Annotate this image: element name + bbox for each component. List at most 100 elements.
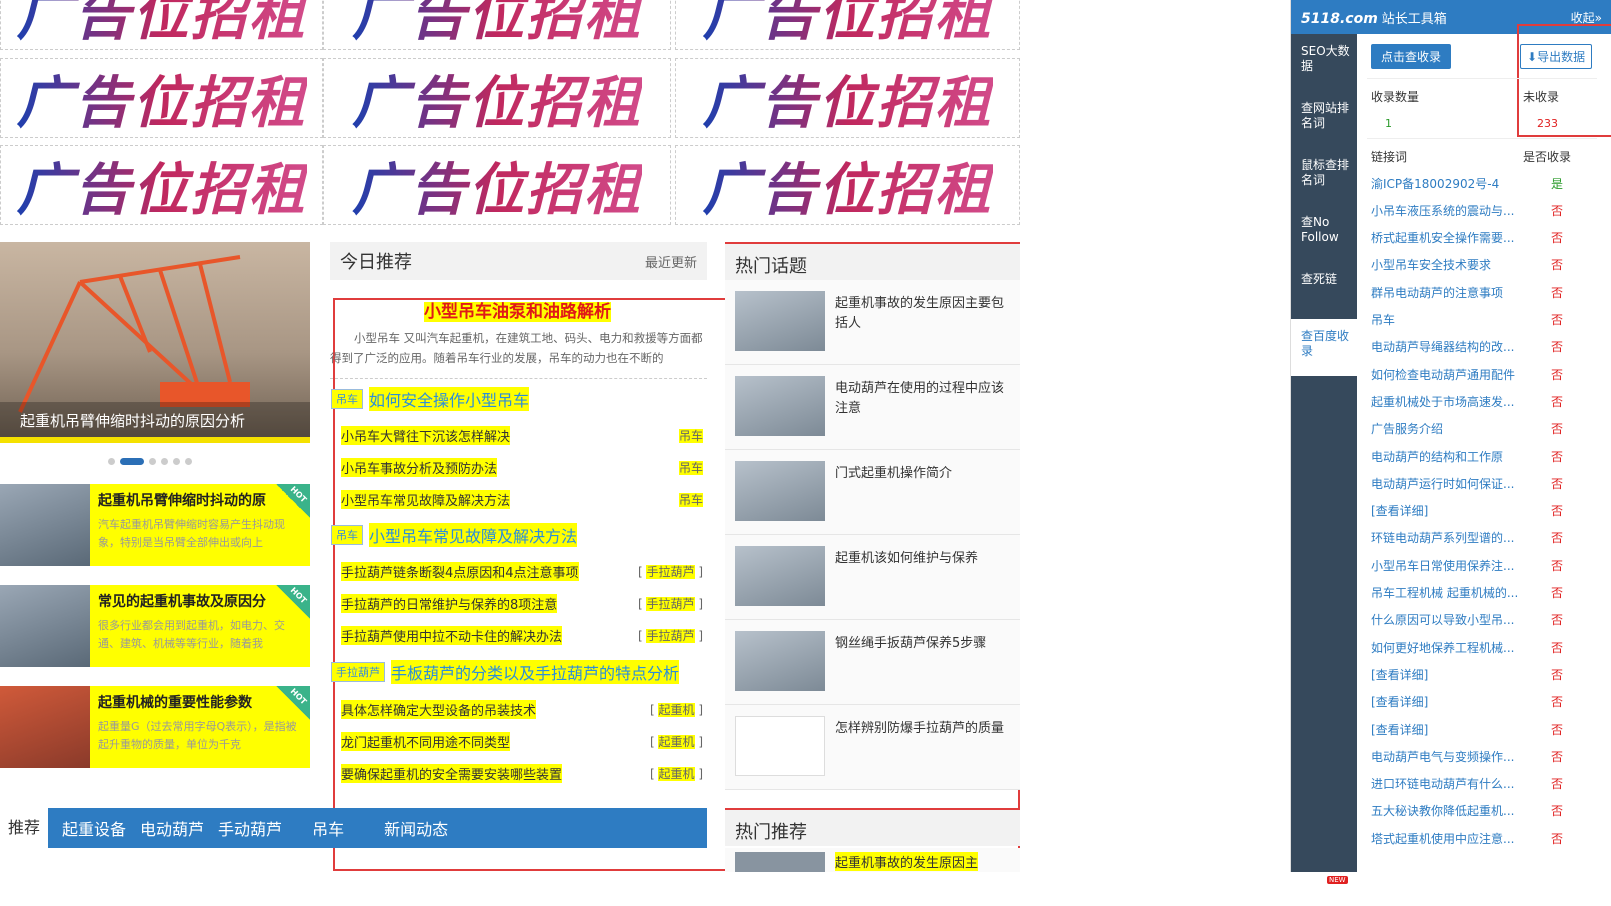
section-title[interactable]: 小型吊车常见故障及解决方法 [369,523,578,547]
index-row[interactable]: [查看详细] 否 [1371,715,1596,743]
index-row[interactable]: 电动葫芦导绳器结构的改... 否 [1371,333,1596,361]
collapse-button[interactable]: 收起» [1571,9,1602,26]
index-row[interactable]: 吊车 否 [1371,306,1596,334]
slider-dot[interactable] [185,458,192,465]
index-row[interactable]: 塔式起重机使用中应注意... 否 [1371,824,1596,852]
index-row[interactable]: 群吊电动葫芦的注意事项 否 [1371,278,1596,306]
ad-slot[interactable]: 广告位招租 [675,58,1020,138]
link-word[interactable]: 电动葫芦运行时如何保证... [1371,475,1521,492]
index-row[interactable]: 电动葫芦电气与变频操作... 否 [1371,742,1596,770]
menu-dead-link[interactable]: 查死链 [1291,262,1357,319]
slider-dot[interactable] [161,458,168,465]
ad-slot[interactable]: 广告位招租 [675,145,1020,225]
index-row[interactable]: 如何检查电动葫芦通用配件 否 [1371,360,1596,388]
index-row[interactable]: 电动葫芦的结构和工作原 否 [1371,442,1596,470]
link-word[interactable]: 渝ICP备18002902号-4 [1371,175,1521,192]
index-row[interactable]: 吊车工程机械 起重机械的... 否 [1371,579,1596,607]
link-word[interactable]: 小型吊车日常使用保养注... [1371,557,1521,574]
ad-slot[interactable]: 广告位招租 [323,145,671,225]
index-row[interactable]: 起重机械处于市场高速发... 否 [1371,387,1596,415]
card-title[interactable]: 常见的起重机事故及原因分 [98,591,302,611]
link-word[interactable]: [查看详细] [1371,502,1521,519]
check-index-button[interactable]: 点击查收录 [1371,44,1452,69]
link-word[interactable]: 小吊车液压系统的震动与... [1371,202,1521,219]
list-item[interactable]: 龙门起重机不同用途不同类型[ 起重机 ] [341,730,703,752]
link-word[interactable]: 小型吊车安全技术要求 [1371,256,1521,273]
ad-slot[interactable]: 广告位招租 [323,58,671,138]
nav-tab-recommend[interactable]: 推荐 [0,808,49,848]
link-word[interactable]: 塔式起重机使用中应注意... [1371,830,1521,847]
index-row[interactable]: [查看详细] 否 [1371,497,1596,525]
link-word[interactable]: 电动葫芦导绳器结构的改... [1371,338,1521,355]
link-word[interactable]: 群吊电动葫芦的注意事项 [1371,284,1521,301]
slider-dot[interactable] [149,458,156,465]
index-row[interactable]: 电动葫芦运行时如何保证... 否 [1371,469,1596,497]
list-item[interactable]: 手拉葫芦链条断裂4点原因和4点注意事项[ 手拉葫芦 ] [341,560,703,582]
slider-dot[interactable] [108,458,115,465]
ad-slot[interactable]: 广告位招租 [0,58,323,138]
ad-slot[interactable]: 广告位招租 [0,145,323,225]
index-row[interactable]: [查看详细] 否 [1371,688,1596,716]
section-heading[interactable]: 手拉葫芦 手板葫芦的分类以及手拉葫芦的特点分析 [331,660,680,684]
link-word[interactable]: 如何更好地保养工程机械... [1371,639,1521,656]
topic-item[interactable]: 钢丝绳手扳葫芦保养5步骤 [725,620,1020,705]
link-word[interactable]: [查看详细] [1371,666,1521,683]
feature-title[interactable]: 小型吊车油泵和油路解析 [335,297,700,322]
link-word[interactable]: 如何检查电动葫芦通用配件 [1371,366,1521,383]
menu-mouse-rank[interactable]: 鼠标查排名词 [1291,148,1357,205]
link-word[interactable]: 五大秘诀教你降低起重机... [1371,802,1521,819]
link-word[interactable]: 环链电动葫芦系列型谱的... [1371,529,1521,546]
section-title[interactable]: 手板葫芦的分类以及手拉葫芦的特点分析 [391,660,680,684]
slider-dot[interactable] [173,458,180,465]
list-item[interactable]: 具体怎样确定大型设备的吊装技术[ 起重机 ] [341,698,703,720]
link-word[interactable]: 吊车 [1371,311,1521,328]
index-row[interactable]: 小型吊车安全技术要求 否 [1371,251,1596,279]
index-row[interactable]: 进口环链电动葫芦有什么... 否 [1371,770,1596,798]
ad-slot[interactable]: 广告位招租 [675,0,1020,50]
hot-recommend-item[interactable]: 起重机事故的发生原因主 [725,848,1020,872]
menu-site-rank[interactable]: 查网站排名词 [1291,91,1357,148]
link-word[interactable]: 吊车工程机械 起重机械的... [1371,584,1521,601]
topic-item[interactable]: 门式起重机操作简介 [725,450,1020,535]
card-title[interactable]: 起重机吊臂伸缩时抖动的原 [98,490,302,510]
link-word[interactable]: 电动葫芦电气与变频操作... [1371,748,1521,765]
nav-tab-crane[interactable]: 吊车 [312,816,344,840]
slider-dot-active[interactable] [120,458,144,465]
index-row[interactable]: [查看详细] 否 [1371,660,1596,688]
section-title[interactable]: 如何安全操作小型吊车 [369,387,530,411]
ad-slot[interactable]: 广告位招租 [0,0,323,50]
nav-tab-manual-hoist[interactable]: 手动葫芦 [218,816,282,840]
ad-slot[interactable]: 广告位招租 [323,0,671,50]
topic-item[interactable]: 起重机事故的发生原因主要包括人 [725,280,1020,365]
news-card[interactable]: 常见的起重机事故及原因分 很多行业都会用到起重机，如电力、交通、建筑、机械等等行… [0,585,310,667]
link-word[interactable]: 桥式起重机安全操作需要... [1371,229,1521,246]
link-word[interactable]: 电动葫芦的结构和工作原 [1371,448,1521,465]
nav-tab-electric-hoist[interactable]: 电动葫芦 [140,816,204,840]
topic-item[interactable]: 电动葫芦在使用的过程中应该注意 [725,365,1020,450]
menu-seo-data[interactable]: SEO大数据 [1291,34,1357,91]
link-word[interactable]: [查看详细] [1371,693,1521,710]
list-item[interactable]: 手拉葫芦使用中拉不动卡住的解决办法[ 手拉葫芦 ] [341,624,703,646]
link-word[interactable]: 进口环链电动葫芦有什么... [1371,775,1521,792]
list-item[interactable]: 小吊车大臂往下沉该怎样解决 吊车 [341,424,703,446]
link-word[interactable]: 什么原因可以导致小型吊... [1371,611,1521,628]
list-item[interactable]: 小吊车事故分析及预防办法 吊车 [341,456,703,478]
menu-nofollow[interactable]: 查No Follow [1291,205,1357,262]
news-card[interactable]: 起重机吊臂伸缩时抖动的原 汽车起重机吊臂伸缩时容易产生抖动现象，特别是当吊臂全部… [0,484,310,566]
index-row[interactable]: 渝ICP备18002902号-4 是 [1371,169,1596,197]
slider-caption[interactable]: 起重机吊臂伸缩时抖动的原因分析 [0,402,310,437]
list-item[interactable]: 要确保起重机的安全需要安装哪些装置[ 起重机 ] [341,762,703,784]
menu-baidu-index[interactable]: 查百度收录 [1291,319,1357,376]
list-item[interactable]: 小型吊车常见故障及解决方法 吊车 [341,488,703,510]
image-slider[interactable]: 起重机吊臂伸缩时抖动的原因分析 [0,242,310,443]
topic-item[interactable]: 起重机该如何维护与保养 [725,535,1020,620]
recent-updates-link[interactable]: 最近更新 [645,252,697,271]
index-row[interactable]: 小吊车液压系统的震动与... 否 [1371,196,1596,224]
card-title[interactable]: 起重机械的重要性能参数 [98,692,302,712]
topic-item[interactable]: 怎样辨别防爆手拉葫芦的质量 [725,705,1020,790]
index-row[interactable]: 什么原因可以导致小型吊... 否 [1371,606,1596,634]
nav-tab-news[interactable]: 新闻动态 [384,816,448,840]
section-heading[interactable]: 吊车 如何安全操作小型吊车 [331,387,530,411]
link-word[interactable]: 广告服务介绍 [1371,420,1521,437]
index-row[interactable]: 广告服务介绍 否 [1371,415,1596,443]
